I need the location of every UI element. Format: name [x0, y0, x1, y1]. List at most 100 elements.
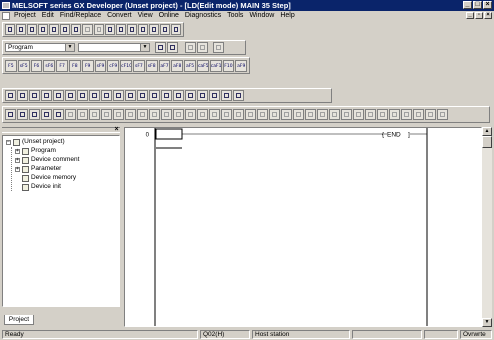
batch-icon[interactable] [29, 109, 40, 120]
sfc-symbol-icon[interactable] [269, 109, 280, 120]
ladder-key-falling-pulse[interactable]: sF8 [145, 59, 158, 72]
scroll-down-button[interactable]: ▼ [482, 318, 492, 327]
chevron-down-icon[interactable]: ▼ [140, 44, 149, 51]
ladder-mode-icon[interactable] [5, 90, 16, 101]
ladder-key-open-branch[interactable]: sF5 [17, 59, 30, 72]
menu-tools[interactable]: Tools [227, 11, 243, 21]
sfc-symbol-icon[interactable] [233, 109, 244, 120]
open-project-icon[interactable] [16, 24, 27, 35]
transition-icon[interactable] [53, 109, 64, 120]
monitor-write-icon[interactable] [65, 90, 76, 101]
menu-help[interactable]: Help [280, 11, 294, 21]
sfc-symbol-icon[interactable] [161, 109, 172, 120]
sfc-symbol-icon[interactable] [401, 109, 412, 120]
sfc-symbol-icon[interactable] [245, 109, 256, 120]
alias-icon[interactable] [161, 90, 172, 101]
sfc-symbol-icon[interactable] [365, 109, 376, 120]
ladder-key-instruction[interactable]: F8 [68, 59, 81, 72]
tree-item-device-init[interactable]: Device init [22, 183, 61, 191]
sfc-symbol-icon[interactable] [89, 109, 100, 120]
find-instruction-icon[interactable] [115, 24, 126, 35]
ladder-key-delete-vertical[interactable]: cF10 [120, 59, 132, 72]
entry-monitor-icon[interactable] [197, 90, 208, 101]
read-mode-icon[interactable] [29, 90, 40, 101]
ladder-key-closed-contact[interactable]: F6 [30, 59, 43, 72]
ladder-key-falling-branch[interactable]: aF8 [171, 59, 184, 72]
panel-grip[interactable] [2, 127, 120, 133]
undo-icon[interactable] [82, 24, 93, 35]
sfc-symbol-icon[interactable] [341, 109, 352, 120]
plc-write-icon[interactable] [101, 90, 112, 101]
statement-icon[interactable] [137, 90, 148, 101]
menu-project[interactable]: Project [14, 11, 36, 21]
comment-icon[interactable] [197, 42, 208, 53]
menu-view[interactable]: View [138, 11, 153, 21]
ladder-key-coil[interactable]: F7 [56, 59, 68, 72]
tab-project[interactable]: Project [4, 315, 34, 325]
write-plc-icon[interactable] [137, 24, 148, 35]
vertical-scrollbar[interactable]: ▲ ▼ [482, 127, 492, 327]
menu-online[interactable]: Online [159, 11, 179, 21]
child-restore-button[interactable]: ▫ [475, 12, 483, 19]
paste-icon[interactable] [71, 24, 82, 35]
plc-read-icon[interactable] [89, 90, 100, 101]
menu-convert[interactable]: Convert [107, 11, 132, 21]
monitor-stop-icon[interactable] [170, 24, 181, 35]
expand-icon[interactable]: + [15, 166, 20, 172]
sfc-symbol-icon[interactable] [125, 109, 136, 120]
ladder-canvas[interactable]: END ] 0 { [125, 128, 481, 326]
sfc-symbol-icon[interactable] [137, 109, 148, 120]
monitor-icon[interactable] [159, 24, 170, 35]
expand-icon[interactable]: + [15, 148, 20, 154]
close-button[interactable]: × [483, 1, 492, 9]
ladder-key-rising-pulse[interactable]: sF7 [132, 59, 145, 72]
collapse-icon[interactable]: − [6, 139, 11, 145]
zoom-icon[interactable] [173, 90, 184, 101]
sfc-symbol-icon[interactable] [425, 109, 436, 120]
sfc-symbol-icon[interactable] [293, 109, 304, 120]
ladder-key-horizontal-line[interactable]: F9 [81, 59, 94, 72]
settings-icon[interactable] [213, 42, 224, 53]
sfc-symbol-icon[interactable] [173, 109, 184, 120]
sfc-symbol-icon[interactable] [221, 109, 232, 120]
child-close-button[interactable]: × [484, 12, 492, 19]
sfc-symbol-icon[interactable] [413, 109, 424, 120]
sfc-symbol-icon[interactable] [281, 109, 292, 120]
sfc-symbol-icon[interactable] [185, 109, 196, 120]
ladder-key-closed-branch[interactable]: sF6 [43, 59, 56, 72]
device-test-icon[interactable] [209, 90, 220, 101]
copy-icon[interactable] [60, 24, 71, 35]
menu-edit[interactable]: Edit [42, 11, 54, 21]
tree-item-parameter[interactable]: + Parameter [15, 165, 61, 173]
cut-icon[interactable] [49, 24, 60, 35]
monitor-mode-icon[interactable] [53, 90, 64, 101]
simulation-icon[interactable] [233, 90, 244, 101]
comment-display-icon[interactable] [125, 90, 136, 101]
sfc-monitor-icon[interactable] [17, 109, 28, 120]
close-icon[interactable]: × [113, 126, 120, 133]
sfc-symbol-icon[interactable] [389, 109, 400, 120]
transfer-setup-icon[interactable] [77, 90, 88, 101]
scroll-up-button[interactable]: ▲ [482, 127, 492, 136]
device-batch-icon[interactable] [185, 90, 196, 101]
ladder-key-pulse-falling[interactable]: caF5 [196, 59, 209, 72]
buffer-memory-icon[interactable] [221, 90, 232, 101]
sfc-symbol-icon[interactable] [437, 109, 448, 120]
redo-icon[interactable] [93, 24, 104, 35]
sfc-symbol-icon[interactable] [209, 109, 220, 120]
sfc-symbol-icon[interactable] [197, 109, 208, 120]
sfc-symbol-icon[interactable] [257, 109, 268, 120]
ladder-key-rising-branch[interactable]: aF7 [158, 59, 171, 72]
ladder-key-invert[interactable]: caF10 [209, 59, 222, 72]
note-icon[interactable] [149, 90, 160, 101]
sfc-symbol-icon[interactable] [101, 109, 112, 120]
list-mode-icon[interactable] [17, 90, 28, 101]
sfc-symbol-icon[interactable] [113, 109, 124, 120]
ladder-key-open-contact[interactable]: F5 [5, 59, 17, 72]
print-icon[interactable] [38, 24, 49, 35]
save-icon[interactable] [27, 24, 38, 35]
device-combo[interactable]: ▼ [78, 43, 150, 52]
ladder-key-delete-line[interactable]: cF9 [107, 59, 120, 72]
minimize-button[interactable]: _ [463, 1, 472, 9]
sfc-symbol-icon[interactable] [377, 109, 388, 120]
